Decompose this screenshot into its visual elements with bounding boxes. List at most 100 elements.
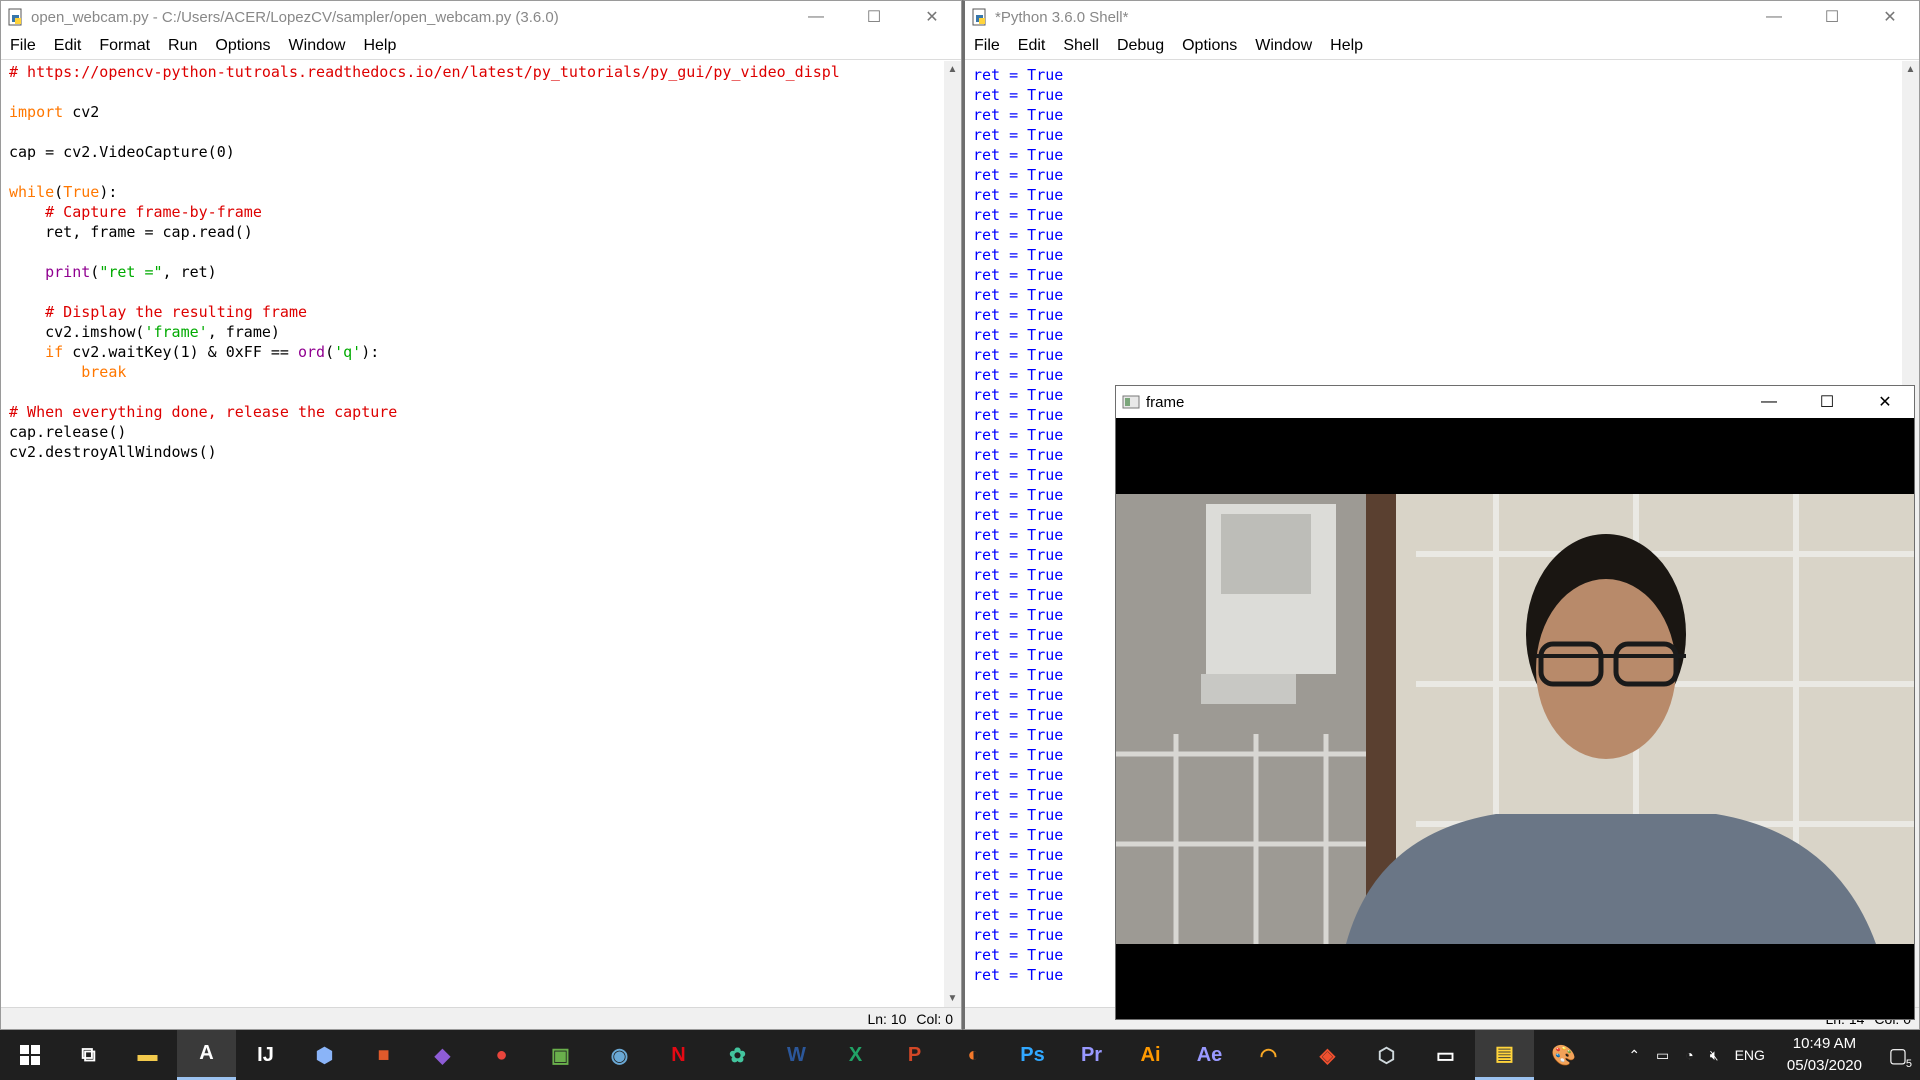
code-line: import cv2 [9,102,840,122]
status-line: Ln: 10 [867,1010,907,1027]
notification-center-icon[interactable]: ▢ 5 [1876,1030,1920,1080]
code-line: ret, frame = cap.read() [9,223,253,241]
editor-menu-file[interactable]: File [1,37,45,55]
taskbar-word-icon[interactable]: W [767,1030,826,1080]
code-token: cv2 [63,103,100,121]
code-token: ( [325,343,335,361]
code-token: True [63,183,100,201]
taskbar-task-view-icon[interactable]: ⧉ [59,1030,118,1080]
minimize-button[interactable]: — [1740,386,1798,418]
taskbar-acrobat-icon[interactable]: A [177,1030,236,1080]
code-line: # https://opencv-python-tutroals.readthe… [9,63,840,81]
taskbar-intellij-icon[interactable]: IJ [236,1030,295,1080]
shell-output-line: ret = True [973,566,1064,584]
taskbar-excel-icon[interactable]: X [826,1030,885,1080]
maximize-button[interactable]: ☐ [1798,386,1856,418]
taskbar-paint-icon[interactable]: 🎨 [1534,1030,1593,1080]
taskbar-virtualbox-icon[interactable]: ⬡ [1357,1030,1416,1080]
wifi-icon[interactable]: ◔ [1677,1047,1701,1063]
taskbar-3d-viewer-icon[interactable]: ⬢ [295,1030,354,1080]
start-button[interactable] [0,1030,59,1080]
shell-output-line: ret = True [973,966,1064,984]
taskbar-visual-studio-icon[interactable]: ◆ [413,1030,472,1080]
editor-titlebar[interactable]: open_webcam.py - C:/Users/ACER/LopezCV/s… [1,1,961,33]
taskbar-office-icon[interactable]: ■ [354,1030,413,1080]
shell-output-line: ret = True [973,506,1064,524]
editor-menu-format[interactable]: Format [90,37,159,55]
shell-output-line: ret = True [973,126,1064,144]
shell-titlebar[interactable]: *Python 3.6.0 Shell* — ☐ ✕ [965,1,1919,33]
editor-menu-window[interactable]: Window [280,37,355,55]
frame-titlebar[interactable]: frame — ☐ ✕ [1116,386,1914,418]
shell-output-line: ret = True [973,806,1064,824]
taskbar-idle-icon[interactable]: ▤ [1475,1030,1534,1080]
battery-icon[interactable]: ▭ [1648,1047,1677,1064]
shell-menu-shell[interactable]: Shell [1054,37,1108,55]
taskbar-chrome-icon[interactable]: ● [472,1030,531,1080]
shell-output-line: ret = True [973,726,1064,744]
taskbar-terminal-icon[interactable]: ▭ [1416,1030,1475,1080]
shell-output-line: ret = True [973,486,1064,504]
shell-output-line: ret = True [973,686,1064,704]
minimize-button[interactable]: — [787,1,845,33]
taskbar-illustrator-icon[interactable]: Ai [1121,1030,1180,1080]
editor-scrollbar[interactable]: ▲ ▼ [944,61,961,1007]
shell-menu-debug[interactable]: Debug [1108,37,1173,55]
shell-output-line: ret = True [973,526,1064,544]
scroll-up-icon[interactable]: ▲ [1902,61,1919,78]
clock[interactable]: 10:49 AM 05/03/2020 [1773,1033,1876,1077]
close-button[interactable]: ✕ [1856,386,1914,418]
chevron-up-icon[interactable]: ⌃ [1620,1047,1648,1064]
shell-output-line: ret = True [973,326,1064,344]
frame-title: frame [1146,393,1185,411]
code-editor[interactable]: # https://opencv-python-tutroals.readthe… [9,62,840,462]
taskbar-git-app-icon[interactable]: ◈ [1298,1030,1357,1080]
shell-output-line: ret = True [973,746,1064,764]
maximize-button[interactable]: ☐ [845,1,903,33]
shell-output-line: ret = True [973,346,1064,364]
minimize-button[interactable]: — [1745,1,1803,33]
taskbar-chat-app-icon[interactable]: ✿ [708,1030,767,1080]
editor-menu-edit[interactable]: Edit [45,37,91,55]
editor-window[interactable]: open_webcam.py - C:/Users/ACER/LopezCV/s… [0,0,962,1030]
shell-output-line: ret = True [973,86,1064,104]
scroll-up-icon[interactable]: ▲ [944,61,961,78]
shell-output-line: ret = True [973,646,1064,664]
editor-menu-help[interactable]: Help [354,37,405,55]
taskbar-blender-icon[interactable]: ◐ [944,1030,1003,1080]
shell-menu-window[interactable]: Window [1246,37,1321,55]
taskbar-premiere-icon[interactable]: Pr [1062,1030,1121,1080]
taskbar-image-editor-icon[interactable]: ▣ [531,1030,590,1080]
taskbar-after-effects-icon[interactable]: Ae [1180,1030,1239,1080]
taskbar-file-explorer-icon[interactable]: ▬ [118,1030,177,1080]
scroll-down-icon[interactable]: ▼ [944,990,961,1007]
editor-menubar: File Edit Format Run Options Window Help [1,33,961,60]
editor-menu-options[interactable]: Options [206,37,279,55]
code-token: # Display the resulting frame [45,303,308,321]
taskbar-powerpoint-icon[interactable]: P [885,1030,944,1080]
shell-menu-help[interactable]: Help [1321,37,1372,55]
shell-menu-edit[interactable]: Edit [1009,37,1055,55]
close-button[interactable]: ✕ [1861,1,1919,33]
taskbar-steam-icon[interactable]: ◉ [590,1030,649,1080]
volume-mute-icon[interactable]: 🔇︎ [1702,1047,1727,1064]
close-button[interactable]: ✕ [903,1,961,33]
language-indicator[interactable]: ENG [1727,1047,1773,1063]
taskbar-photoshop-icon[interactable]: Ps [1003,1030,1062,1080]
code-token: "ret =" [99,263,163,281]
taskbar-audio-app-icon[interactable]: ◠ [1239,1030,1298,1080]
maximize-button[interactable]: ☐ [1803,1,1861,33]
shell-menu-options[interactable]: Options [1173,37,1246,55]
shell-output-line: ret = True [973,546,1064,564]
shell-output-line: ret = True [973,306,1064,324]
shell-menu-file[interactable]: File [965,37,1009,55]
code-token: cv2.imshow( [9,323,145,341]
taskbar-netflix-icon[interactable]: N [649,1030,708,1080]
frame-window[interactable]: frame — ☐ ✕ [1115,385,1915,1020]
shell-output[interactable]: ret = True ret = True ret = True ret = True… [973,65,1063,985]
editor-menu-run[interactable]: Run [159,37,206,55]
